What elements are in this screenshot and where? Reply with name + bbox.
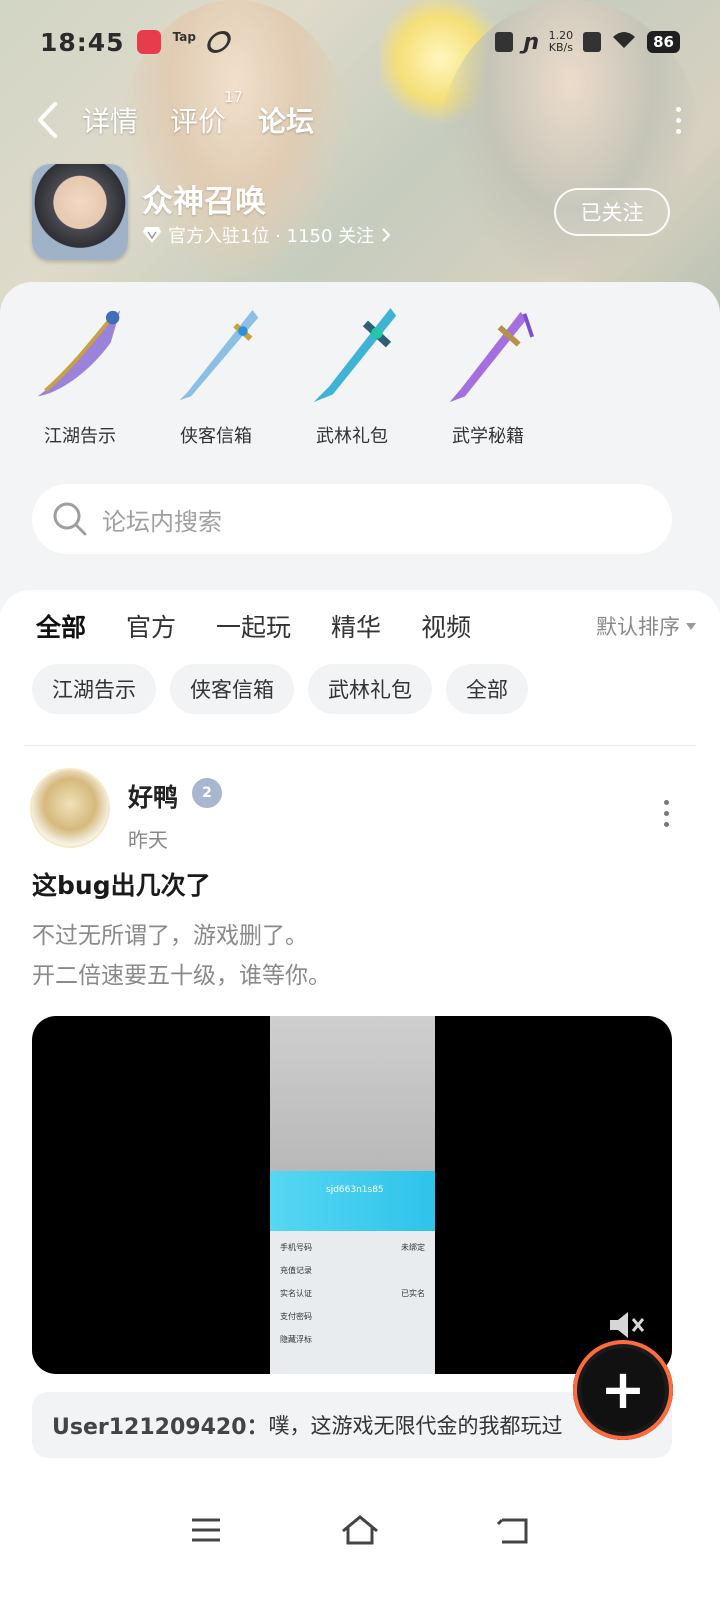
sort-dropdown[interactable]: 默认排序 [596,611,696,641]
home-icon [342,1515,378,1545]
tap-app-icon: Tap [172,30,196,44]
return-icon [496,1518,528,1544]
filter-official[interactable]: 官方 [126,608,176,644]
menu-button[interactable] [184,1508,228,1552]
post-more-button[interactable] [656,800,676,830]
tab-forum[interactable]: 论坛 [258,100,319,140]
category-xiake[interactable]: 侠客信箱 [168,302,264,448]
comment-user: User121209420： [52,1415,269,1440]
sword-icon [179,309,259,401]
menu-icon [192,1518,220,1542]
nfc-icon: ɲ [522,29,539,55]
back-nav-button[interactable] [492,1508,536,1552]
chip-all[interactable]: 全部 [446,664,528,714]
diamond-icon [143,227,161,243]
top-nav: 详情 评价 17 论坛 [0,88,720,148]
chip-wulin[interactable]: 武林礼包 [308,664,432,714]
filter-tabs: 全部 官方 一起玩 精华 视频 默认排序 [36,598,696,654]
search-input[interactable]: 论坛内搜索 [102,502,222,537]
comment-text: 噗，这游戏无限代金的我都玩过 [268,1414,563,1438]
post-time: 昨天 [128,828,168,852]
search-icon [53,502,87,536]
sword-icon [449,311,534,403]
app-notification-icon-2 [203,31,234,53]
post-author[interactable]: 好鸭 [128,778,178,814]
status-bar: 18:45 Tap ɲ 1.20 KB/s 86 [0,22,720,62]
silent-icon [494,32,513,52]
chevron-right-icon [382,228,391,242]
chip-jianghu[interactable]: 江湖告示 [32,664,156,714]
category-wuxue[interactable]: 武学秘籍 [440,302,536,448]
divider [24,745,696,746]
sword-icon [313,308,397,403]
create-post-button[interactable]: + [573,1340,673,1440]
video-user: sjd663n1s85 [326,1185,384,1195]
tab-details[interactable]: 详情 [82,100,138,140]
network-speed: 1.20 KB/s [548,29,574,54]
filter-featured[interactable]: 精华 [331,608,381,644]
post-video[interactable]: sjd663n1s85 手机号码 未绑定 充值记录 实名认证 已实名 支付密码 隐藏… [32,1016,672,1374]
category-row: 江湖告示 侠客信箱 武林礼包 武学秘籍 [32,302,536,448]
battery-indicator: 86 [647,31,680,53]
filter-all[interactable]: 全部 [36,608,87,650]
avatar[interactable] [32,770,108,846]
forum-panel: 江湖告示 侠客信箱 武林礼包 武学秘籍 论坛内搜索 [0,282,720,612]
forum-search[interactable]: 论坛内搜索 [32,484,672,554]
video-frame: sjd663n1s85 手机号码 未绑定 充值记录 实名认证 已实名 支付密码 隐藏… [270,1016,435,1374]
category-wulin[interactable]: 武林礼包 [304,302,400,448]
followed-button[interactable]: 已关注 [554,188,670,236]
tab-reviews[interactable]: 评价 17 [170,88,243,140]
category-jianghu[interactable]: 江湖告示 [32,302,128,448]
more-options-button[interactable] [658,92,698,148]
back-button[interactable] [12,92,82,148]
chip-xiake[interactable]: 侠客信箱 [170,664,294,714]
filter-play-together[interactable]: 一起玩 [216,608,291,644]
status-time: 18:45 [40,27,125,57]
level-badge-icon: 2 [192,778,222,808]
app-notification-icon [136,30,161,54]
dropdown-triangle-icon [686,622,696,630]
system-nav-bar [0,1485,720,1575]
sword-icon [37,309,121,397]
game-icon[interactable] [32,164,128,260]
chevron-left-icon [38,102,57,138]
home-button[interactable] [338,1508,382,1552]
post-body[interactable]: 不过无所谓了，游戏删了。 开二倍速要五十级，谁等你。 [32,916,331,996]
plus-icon: + [600,1358,646,1421]
game-name: 众神召唤 [142,184,266,220]
sim-icon [583,32,602,52]
topic-chips: 江湖告示 侠客信箱 武林礼包 全部 [32,664,528,714]
game-subtitle[interactable]: 官方入驻1位 · 1150 关注 [142,222,392,248]
reviews-count: 17 [224,88,244,106]
game-header: 众神召唤 官方入驻1位 · 1150 关注 已关注 [32,164,688,260]
filter-video[interactable]: 视频 [421,608,471,644]
wifi-icon [611,30,637,55]
post-title[interactable]: 这bug出几次了 [32,866,211,902]
